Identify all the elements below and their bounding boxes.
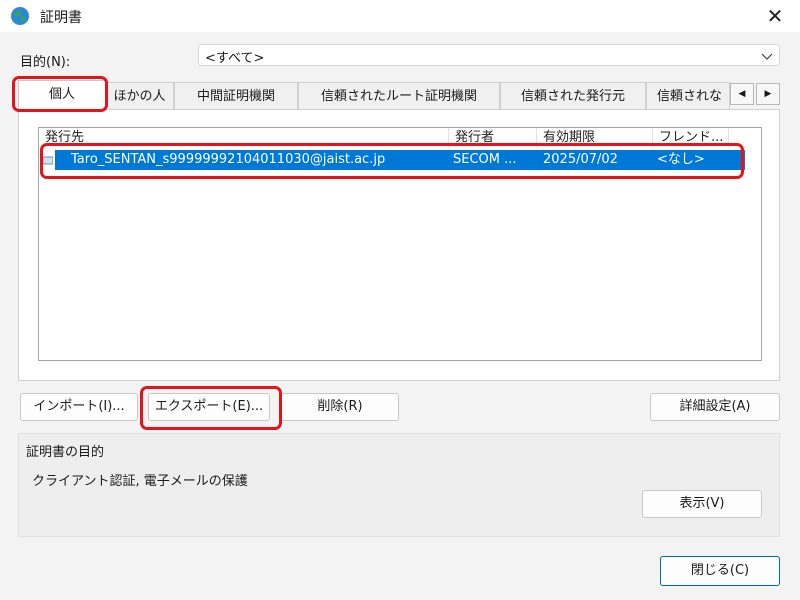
tab-scroll-left-icon[interactable]: ◀ <box>730 83 754 105</box>
close-button[interactable]: 閉じる(C) <box>660 556 780 586</box>
import-button[interactable]: インポート(I)... <box>20 393 138 421</box>
purpose-dropdown-value: <すべて> <box>205 51 265 66</box>
tab-intermediate-ca[interactable]: 中間証明機関 <box>174 82 298 110</box>
delete-button[interactable]: 削除(R) <box>281 393 399 421</box>
tab-trusted-publishers[interactable]: 信頼された発行元 <box>500 82 646 110</box>
purpose-dropdown[interactable]: <すべて> <box>198 44 780 66</box>
certificate-purpose-title: 証明書の目的 <box>26 445 105 460</box>
view-button[interactable]: 表示(V) <box>642 490 762 518</box>
purpose-label: 目的(N): <box>20 55 71 70</box>
annotation-box-personal-tab <box>12 76 108 112</box>
annotation-box-export-button <box>140 386 282 430</box>
certificate-purpose-value: クライアント認証, 電子メールの保護 <box>32 474 248 489</box>
tab-untrusted[interactable]: 信頼されな <box>646 82 730 110</box>
chevron-down-icon <box>761 50 773 60</box>
tab-other-people[interactable]: ほかの人 <box>105 82 174 110</box>
tab-trusted-root-ca[interactable]: 信頼されたルート証明機関 <box>298 82 500 110</box>
advanced-button[interactable]: 詳細設定(A) <box>650 393 780 421</box>
close-icon[interactable]: ✕ <box>760 2 790 30</box>
annotation-box-certificate-row <box>40 143 744 179</box>
window-title: 証明書 <box>40 10 82 26</box>
tab-scroll-right-icon[interactable]: ▶ <box>756 83 780 105</box>
title-bar <box>0 0 800 32</box>
certificate-app-icon <box>10 6 30 26</box>
